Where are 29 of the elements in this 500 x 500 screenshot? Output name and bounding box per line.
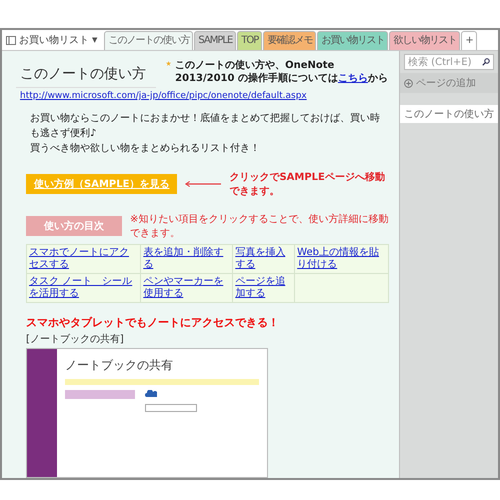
add-icon	[404, 78, 413, 88]
page-title: このノートの使い方	[16, 59, 156, 88]
section-tab[interactable]: SAMPLE	[194, 31, 236, 50]
section-tab[interactable]: TOP	[237, 31, 262, 50]
toc-note: ※知りたい項目をクリックすることで、使い方詳細に移動できます。	[130, 212, 389, 240]
link[interactable]: こちら	[338, 73, 368, 84]
section-heading: スマホやタブレットでもノートにアクセスできる！	[26, 315, 280, 330]
cloud-icon	[145, 390, 157, 397]
section-tab[interactable]: このノートの使い方	[104, 31, 194, 50]
section-tab[interactable]: 欲しい物リスト	[389, 31, 460, 50]
selected-item	[65, 390, 135, 399]
url-link[interactable]: http://www.microsoft.com/ja-jp/office/pipc/onenote/default.aspx	[20, 91, 307, 101]
toc-label: 使い方の目次	[26, 216, 122, 236]
page-item[interactable]: このノートの使い方	[400, 105, 498, 123]
section-tab[interactable]: お買い物リスト	[317, 31, 388, 50]
intro-text: このノートの使い方や、OneNote 2013/2010 の操作手順についてはこちらから	[175, 59, 389, 85]
hint-text: クリックでSAMPLEページへ移動できます。	[229, 170, 386, 198]
paragraph-line: 買うべき物や欲しい物をまとめられるリスト付き！	[30, 142, 261, 156]
star-icon	[166, 59, 172, 68]
arrow-icon	[185, 180, 222, 188]
notebook-icon	[6, 36, 16, 44]
paragraph-line: お買い物ならこのノートにおまかせ！底値をまとめて把握しておけば、買い時も逃さず便利♪	[30, 112, 381, 141]
screenshot-heading: ノートブックの共有	[65, 357, 174, 374]
search-icon	[482, 58, 490, 66]
notebook-name[interactable]: お買い物リスト	[19, 33, 89, 47]
section-tab[interactable]: 要確認メモ	[263, 31, 316, 50]
section-tab[interactable]: +	[461, 31, 477, 50]
caption: [ノートブックの共有]	[26, 332, 125, 346]
name-field	[145, 404, 197, 412]
